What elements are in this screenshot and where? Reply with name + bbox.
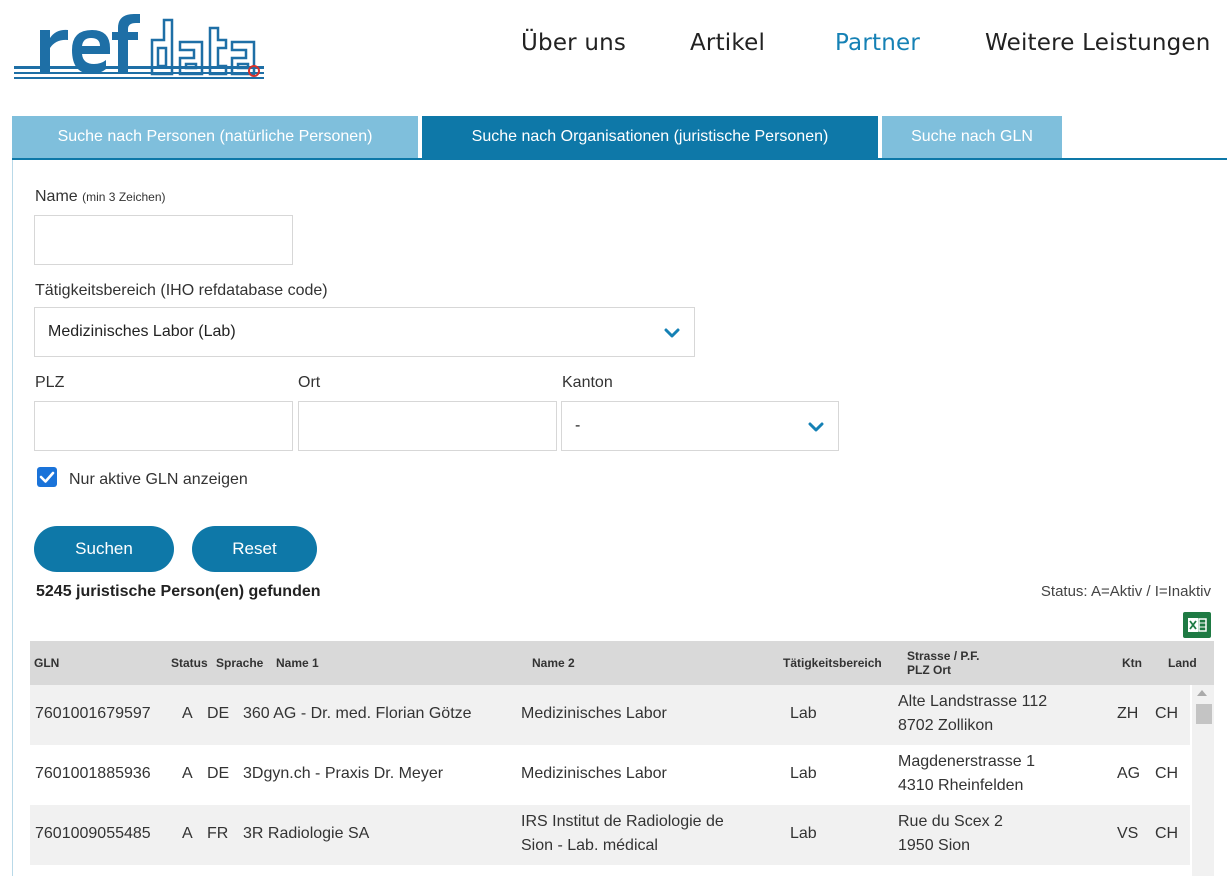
scroll-up-icon[interactable] [1197,690,1207,696]
cell-gln: 7601001679597 [35,705,151,722]
status-legend: Status: A=Aktiv / I=Inaktiv [1040,583,1211,600]
col-bereich[interactable]: Tätigkeitsbereich [783,656,882,670]
cell-sprache: FR [207,825,229,842]
cell-strasse: Rue du Scex 2 [898,813,1003,830]
cell-bereich: Lab [790,705,817,722]
cell-name1: 3Dgyn.ch - Praxis Dr. Meyer [243,765,444,782]
col-ktn[interactable]: Ktn [1122,656,1142,670]
kanton-select-value: - [575,417,581,434]
cell-ktn: VS [1117,825,1139,842]
result-count: 5245 juristische Person(en) gefunden [36,583,321,600]
cell-name1: 3R Radiologie SA [243,825,370,842]
main-nav: Über uns Artikel Partner Weitere Leistun… [0,30,1227,64]
active-only-checkbox[interactable] [37,467,57,487]
cell-sprache: DE [207,765,230,782]
table-row[interactable]: 7601001679597 A DE 360 AG - Dr. med. Flo… [30,685,1190,745]
cell-status: A [182,705,193,722]
kanton-label: Kanton [562,374,613,391]
checkmark-icon [39,471,55,483]
ort-input[interactable] [298,401,557,451]
plz-label: PLZ [35,374,65,391]
nav-partner[interactable]: Partner [835,30,920,56]
nav-ueber-uns[interactable]: Über uns [521,30,626,56]
ort-label: Ort [298,374,321,391]
cell-ktn: AG [1117,765,1141,782]
nav-weitere-leistungen[interactable]: Weitere Leistungen [985,30,1211,56]
cell-plz-ort: 1950 Sion [898,837,971,854]
tab-personen[interactable]: Suche nach Personen (natürliche Personen… [12,116,418,158]
nav-artikel[interactable]: Artikel [690,30,765,56]
cell-ktn: ZH [1117,705,1139,722]
scrollbar-thumb[interactable] [1196,704,1212,724]
cell-bereich: Lab [790,825,817,842]
cell-status: A [182,825,193,842]
cell-name2: IRS Institut de Radiologie de [521,813,724,830]
cell-status: A [182,765,193,782]
col-name2[interactable]: Name 2 [532,656,575,670]
tab-divider [12,158,1227,160]
cell-plz-ort: 4310 Rheinfelden [898,777,1024,794]
name-hint: (min 3 Zeichen) [82,190,166,204]
reset-button[interactable]: Reset [192,526,317,572]
cell-land: CH [1155,825,1179,842]
col-strasse[interactable]: Strasse / P.F. [907,649,980,663]
tab-organisationen[interactable]: Suche nach Organisationen (juristische P… [422,116,878,158]
cell-name2: Medizinisches Labor [521,765,667,782]
excel-export-icon[interactable] [1183,612,1211,638]
col-sprache[interactable]: Sprache [216,656,263,670]
active-only-label[interactable]: Nur aktive GLN anzeigen [69,471,248,489]
col-land[interactable]: Land [1168,656,1197,670]
activity-select-value: Medizinisches Labor (Lab) [48,323,236,340]
col-status[interactable]: Status [171,656,208,670]
activity-label: Tätigkeitsbereich (IHO refdatabase code) [35,282,328,299]
cell-name2: Medizinisches Labor [521,705,667,722]
cell-land: CH [1155,765,1179,782]
cell-name1: 360 AG - Dr. med. Florian Götze [243,705,472,722]
name-input[interactable] [34,215,293,265]
cell-land: CH [1155,705,1179,722]
cell-gln: 7601001885936 [35,765,151,782]
table-row[interactable]: 7601009055485 A FR 3R Radiologie SA IRS … [30,805,1190,865]
col-plz-ort[interactable]: PLZ Ort [907,663,951,677]
excel-icon [1188,618,1207,632]
chevron-down-icon [808,422,824,432]
activity-select[interactable]: Medizinisches Labor (Lab) [34,307,695,357]
cell-strasse: Magdenerstrasse 1 [898,753,1035,770]
plz-input[interactable] [34,401,293,451]
cell-sprache: DE [207,705,230,722]
panel-border [12,160,13,876]
col-name1[interactable]: Name 1 [276,656,319,670]
results-table-header: GLN Status Sprache Name 1 Name 2 Tätigke… [30,641,1214,685]
cell-bereich: Lab [790,765,817,782]
name-label: Name (min 3 Zeichen) [35,188,166,205]
chevron-down-icon [664,328,680,338]
col-gln[interactable]: GLN [34,656,59,670]
cell-name2-line2: Sion - Lab. médical [521,837,658,854]
search-button[interactable]: Suchen [34,526,174,572]
cell-plz-ort: 8702 Zollikon [898,717,994,734]
kanton-select[interactable]: - [561,401,839,451]
tab-gln[interactable]: Suche nach GLN [882,116,1062,158]
cell-gln: 7601009055485 [35,825,151,842]
table-row[interactable]: 7601001885936 A DE 3Dgyn.ch - Praxis Dr.… [30,745,1190,805]
cell-strasse: Alte Landstrasse 112 [898,693,1048,710]
